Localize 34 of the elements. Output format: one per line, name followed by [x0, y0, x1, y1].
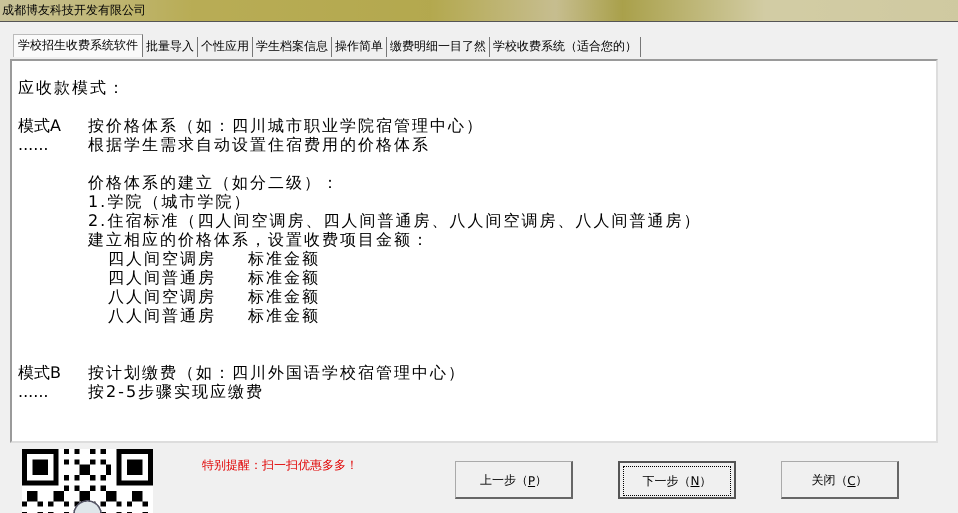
- text-line: 按价格体系（如：四川城市职业学院宿管理中心）: [88, 116, 484, 135]
- window-title: 成都博友科技开发有限公司: [2, 2, 146, 19]
- tab[interactable]: 学校收费系统（适合您的）: [490, 37, 641, 57]
- text-area[interactable]: [10, 59, 938, 443]
- mode-label: 模式A: [18, 116, 62, 135]
- tab[interactable]: 个性应用: [198, 37, 253, 57]
- nav-button[interactable]: 关闭（C）: [781, 461, 899, 499]
- text-line: 2.住宿标准（四人间空调房、四人间普通房、八人间空调房、八人间普通房）: [88, 211, 702, 230]
- text-line: 按2-5步骤实现应缴费: [88, 382, 264, 401]
- amount-label: 标准金额: [248, 306, 320, 325]
- text-line: 按计划缴费（如：四川外国语学校宿管理中心）: [88, 363, 466, 382]
- notice-text: 特别提醒：扫一扫优惠多多！: [202, 457, 358, 474]
- room-type: 四人间空调房: [108, 249, 217, 268]
- text-line: 建立相应的价格体系，设置收费项目金额：: [88, 230, 430, 249]
- text-line: 1.学院（城市学院）: [88, 192, 252, 211]
- text-line: 价格体系的建立（如分二级）：: [88, 173, 340, 192]
- nav-button[interactable]: 下一步（N）: [618, 461, 736, 499]
- mode-label: ......: [18, 382, 50, 401]
- amount-label: 标准金额: [248, 268, 320, 287]
- room-type: 八人间普通房: [108, 306, 217, 325]
- amount-label: 标准金额: [248, 249, 320, 268]
- tab[interactable]: 批量导入: [143, 37, 198, 57]
- mode-label: 模式B: [18, 363, 62, 382]
- text-line: 应收款模式：: [18, 78, 126, 97]
- tab[interactable]: 操作简单: [332, 37, 387, 57]
- tab[interactable]: 缴费明细一目了然: [387, 37, 490, 57]
- nav-button[interactable]: 上一步（P）: [455, 461, 573, 499]
- text-line: 根据学生需求自动设置住宿费用的价格体系: [88, 135, 430, 154]
- tab[interactable]: 学生档案信息: [253, 37, 332, 57]
- tab[interactable]: 学校招生收费系统软件: [13, 34, 143, 57]
- mode-label: ......: [18, 135, 50, 154]
- room-type: 八人间空调房: [108, 287, 217, 306]
- room-type: 四人间普通房: [108, 268, 217, 287]
- amount-label: 标准金额: [248, 287, 320, 306]
